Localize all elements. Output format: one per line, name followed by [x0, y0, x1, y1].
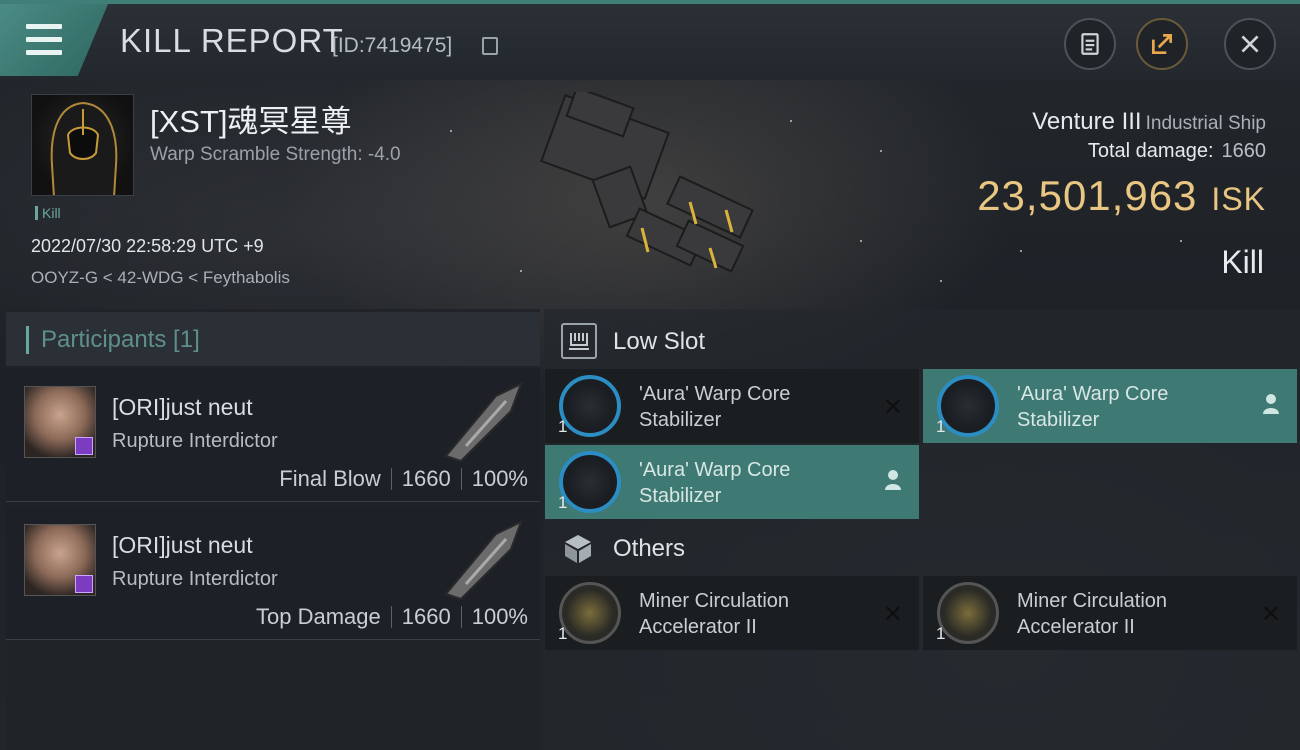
report-id: [ID:7419475]	[332, 34, 453, 57]
item-name: Miner Circulation Accelerator II	[639, 590, 790, 638]
destroyed-icon: ✕	[882, 601, 903, 628]
isk-value: 23,501,963 ISK	[977, 172, 1266, 220]
participant-ship: Rupture Interdictor	[112, 568, 278, 590]
share-icon	[1151, 33, 1173, 55]
participant-damage: 1660	[401, 466, 451, 491]
fitting-item[interactable]: 1 'Aura' Warp Core Stabilizer ✕	[545, 369, 919, 443]
total-damage-label: Total damage:	[1087, 140, 1214, 162]
warp-scramble-strength: Warp Scramble Strength: -4.0	[150, 144, 401, 165]
participants-header: Participants [1]	[6, 312, 540, 366]
participant-stats: Top Damage 1660 100%	[256, 604, 528, 630]
participant-ship-icon	[444, 382, 523, 463]
item-name: 'Aura' Warp Core Stabilizer	[1017, 383, 1169, 431]
destroyed-icon: ✕	[1260, 601, 1281, 628]
victim-ship-image	[540, 92, 754, 273]
participant-card[interactable]: [ORI]just neut Rupture Interdictor Top D…	[6, 506, 540, 640]
item-name: Miner Circulation Accelerator II	[1017, 590, 1168, 638]
warp-core-stabilizer-icon	[559, 451, 621, 513]
share-button[interactable]	[1136, 18, 1188, 70]
participants-title: Participants [1]	[26, 326, 200, 354]
isk-amount: 23,501,963	[977, 172, 1198, 219]
victim-name[interactable]: [XST]魂冥星尊	[150, 96, 352, 141]
participant-role: Top Damage	[256, 604, 381, 629]
participant-avatar	[24, 524, 96, 596]
participant-percent: 100%	[471, 466, 528, 491]
fitting-item[interactable]: 1 'Aura' Warp Core Stabilizer	[545, 445, 919, 519]
page-title: KILL REPORT	[120, 22, 344, 59]
item-quantity: 1	[558, 624, 568, 643]
cube-icon	[561, 531, 597, 567]
participant-name: [ORI]just neut	[112, 532, 253, 558]
participant-percent: 100%	[471, 604, 528, 629]
participant-ship: Rupture Interdictor	[112, 430, 278, 452]
result-label: Kill	[1221, 244, 1264, 280]
isk-unit: ISK	[1211, 181, 1266, 217]
participant-stats: Final Blow 1660 100%	[279, 466, 528, 492]
kill-location: OOYZ-G < 42-WDG < Feythabolis	[31, 268, 290, 287]
kill-tag: Kill	[35, 206, 61, 220]
fitting-item[interactable]: 1 Miner Circulation Accelerator II ✕	[923, 576, 1297, 650]
participant-ship-icon	[444, 520, 523, 601]
participant-avatar	[24, 386, 96, 458]
ship-name-text: Venture III	[1032, 108, 1142, 135]
hamburger-icon	[26, 24, 62, 63]
warp-core-stabilizer-icon	[937, 375, 999, 437]
total-damage: Total damage: 1660	[1088, 140, 1266, 163]
participant-card[interactable]: [ORI]just neut Rupture Interdictor Final…	[6, 368, 540, 502]
participant-damage: 1660	[401, 604, 451, 629]
warp-core-stabilizer-icon	[559, 375, 621, 437]
low-slot-icon	[561, 323, 597, 359]
rank-badge-icon	[75, 575, 93, 593]
dropped-person-icon	[1261, 393, 1281, 421]
clipboard-button[interactable]	[1064, 18, 1116, 70]
close-icon	[1241, 35, 1259, 53]
fitting-item[interactable]: 1 'Aura' Warp Core Stabilizer	[923, 369, 1297, 443]
ship-name: Venture III Industrial Ship	[1032, 108, 1266, 136]
clipboard-icon	[1081, 33, 1099, 55]
others-title: Others	[613, 535, 686, 562]
item-quantity: 1	[936, 417, 946, 436]
rank-badge-icon	[75, 437, 93, 455]
copy-icon[interactable]	[482, 37, 498, 55]
item-quantity: 1	[558, 417, 568, 436]
item-quantity: 1	[936, 624, 946, 643]
item-name: 'Aura' Warp Core Stabilizer	[639, 383, 791, 431]
miner-accelerator-icon	[937, 582, 999, 644]
item-name: 'Aura' Warp Core Stabilizer	[639, 459, 791, 507]
low-slot-title: Low Slot	[613, 328, 706, 355]
dropped-person-icon	[883, 469, 903, 497]
total-damage-value: 1660	[1221, 140, 1267, 162]
ship-class: Industrial Ship	[1145, 113, 1266, 134]
destroyed-icon: ✕	[882, 394, 903, 421]
kill-datetime: 2022/07/30 22:58:29 UTC +9	[31, 236, 264, 256]
fitting-item[interactable]: 1 Miner Circulation Accelerator II ✕	[545, 576, 919, 650]
participant-name: [ORI]just neut	[112, 394, 253, 420]
participant-role: Final Blow	[279, 466, 381, 491]
item-quantity: 1	[558, 493, 568, 512]
victim-portrait[interactable]	[31, 94, 134, 196]
close-button[interactable]	[1224, 18, 1276, 70]
miner-accelerator-icon	[559, 582, 621, 644]
